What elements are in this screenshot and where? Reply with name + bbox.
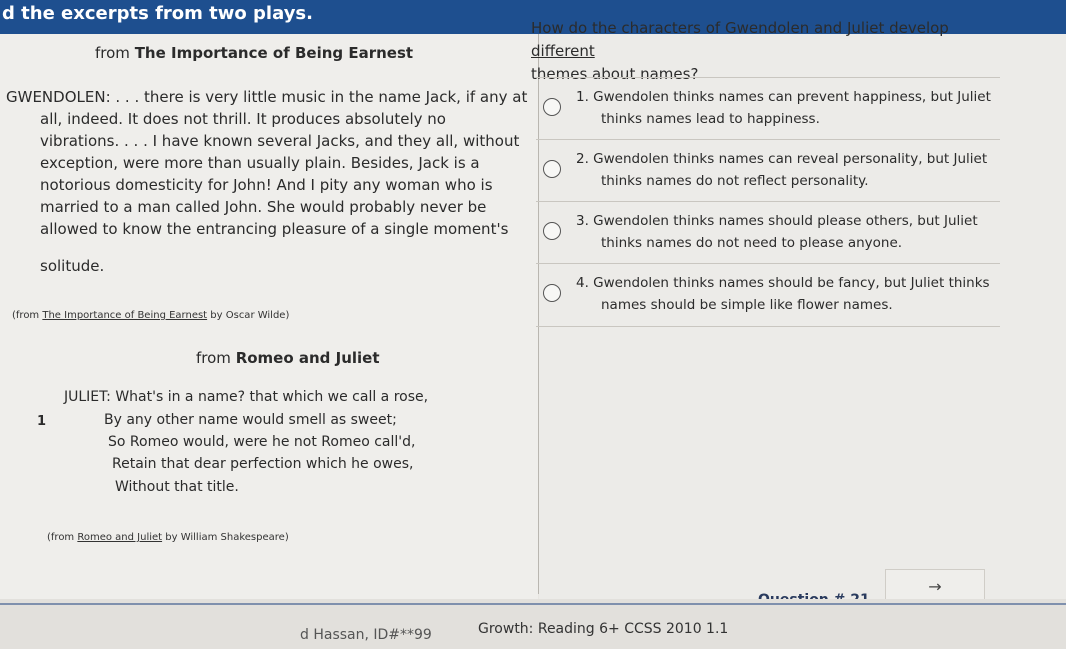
answer-option-3[interactable]: 3. Gwendolen thinks names should please … bbox=[536, 201, 1000, 264]
answer-option-4[interactable]: 4. Gwendolen thinks names should be fanc… bbox=[536, 263, 1000, 327]
excerpt2-line-4: Retain that dear perfection which he owe… bbox=[112, 456, 414, 472]
radio-button-3[interactable] bbox=[543, 222, 561, 240]
footer-divider bbox=[0, 603, 1066, 605]
excerpt1-source-title: The Importance of Being Earnest bbox=[42, 310, 208, 321]
excerpt1-line-1: GWENDOLEN: . . . there is very little mu… bbox=[6, 88, 528, 106]
excerpt1-source: (from The Importance of Being Earnest by… bbox=[12, 310, 290, 321]
radio-button-1[interactable] bbox=[543, 98, 561, 116]
excerpt2-line-number: 1 bbox=[37, 414, 47, 429]
excerpt2-source-title: Romeo and Juliet bbox=[77, 532, 163, 543]
answer-option-3-text: 3. Gwendolen thinks names should please … bbox=[576, 213, 978, 251]
footer-bar: d Hassan, ID#**99 Growth: Reading 6+ CCS… bbox=[0, 599, 1066, 649]
answer-option-2[interactable]: 2. Gwendolen thinks names can reveal per… bbox=[536, 139, 1000, 202]
excerpt1-title-bold: The Importance of Being Earnest bbox=[134, 44, 414, 62]
excerpt1-line-8: solitude. bbox=[40, 257, 105, 275]
growth-standard: Growth: Reading 6+ CCSS 2010 1.1 bbox=[478, 621, 729, 637]
excerpt2-line-2: By any other name would smell as sweet; bbox=[104, 412, 397, 428]
excerpt1-line-4: exception, were more than usually plain.… bbox=[40, 154, 480, 172]
excerpt2-line-3: So Romeo would, were he not Romeo call'd… bbox=[108, 434, 416, 450]
answer-option-1-text: 1. Gwendolen thinks names can prevent ha… bbox=[576, 89, 991, 127]
excerpt2-title-bold: Romeo and Juliet bbox=[235, 349, 380, 367]
excerpt2-source: (from Romeo and Juliet by William Shakes… bbox=[47, 532, 289, 543]
excerpt1-title: from The Importance of Being Earnest bbox=[95, 44, 414, 62]
excerpt1-line-3: vibrations. . . . I have known several J… bbox=[40, 132, 520, 150]
excerpt2-line-1: JULIET: What's in a name? that which we … bbox=[64, 389, 429, 405]
excerpt1-line-2: all, indeed. It does not thrill. It prod… bbox=[40, 110, 446, 128]
excerpt1-line-7: allowed to know the entrancing pleasure … bbox=[40, 220, 509, 238]
answer-option-2-text: 2. Gwendolen thinks names can reveal per… bbox=[576, 151, 988, 189]
answer-option-1[interactable]: 1. Gwendolen thinks names can prevent ha… bbox=[536, 77, 1000, 140]
excerpt1-line-6: married to a man called John. She would … bbox=[40, 198, 487, 216]
question-underlined-word: different bbox=[531, 42, 595, 60]
excerpt1-line-5: notorious domesticity for John! And I pi… bbox=[40, 176, 493, 194]
answer-option-4-text: 4. Gwendolen thinks names should be fanc… bbox=[576, 275, 990, 313]
excerpt2-title: from Romeo and Juliet bbox=[196, 349, 380, 367]
instruction-text: d the excerpts from two plays. bbox=[2, 3, 313, 24]
radio-button-2[interactable] bbox=[543, 160, 561, 178]
student-id: d Hassan, ID#**99 bbox=[300, 627, 432, 643]
arrow-right-icon: → bbox=[928, 577, 942, 596]
radio-button-4[interactable] bbox=[543, 284, 561, 302]
question-stem: How do the characters of Gwendolen and J… bbox=[531, 19, 949, 83]
excerpt2-line-5: Without that title. bbox=[115, 479, 239, 495]
